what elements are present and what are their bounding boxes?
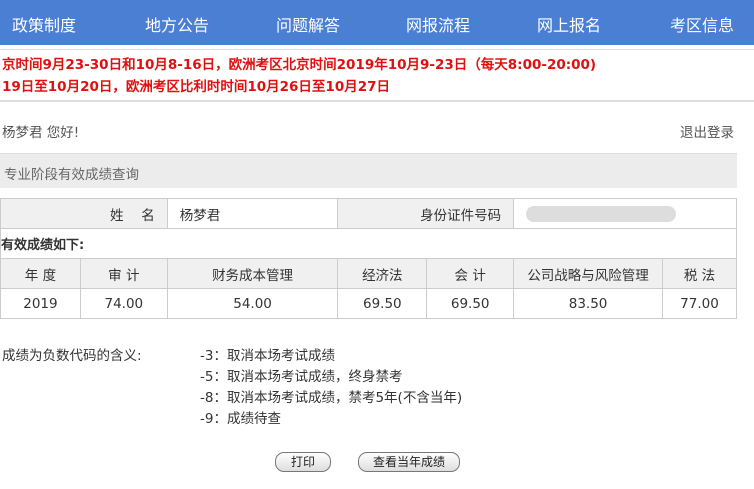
header-strategy-risk: 公司战略与风险管理: [513, 258, 663, 289]
header-year: 年 度: [0, 258, 81, 289]
cell-accounting: 69.50: [426, 288, 515, 319]
name-value: 杨梦君: [166, 198, 339, 229]
notice-line: 19日至10月20日，欧洲考区比利时时间10月26日至10月27日: [2, 79, 391, 95]
score-table: 姓 名 杨梦君 身份证件号码 有效成绩如下: 年 度 审 计 财务成本管理 经济…: [0, 198, 737, 319]
print-button[interactable]: 打印: [275, 452, 331, 472]
legend-title: 成绩为负数代码的含义:: [2, 348, 142, 364]
cell-audit: 74.00: [79, 288, 168, 319]
header-economic-law: 经济法: [337, 258, 428, 289]
nav-region-info[interactable]: 考区信息: [670, 12, 734, 36]
nav-process[interactable]: 网报流程: [406, 12, 470, 36]
notice-line: 京时间9月23-30日和10月8-16日，欧洲考区北京时间2019年10月9-2…: [2, 57, 597, 73]
table-row: 2019 74.00 54.00 69.50 69.50 83.50 77.00: [0, 288, 737, 319]
legend-item: -9：成绩待查: [200, 411, 281, 427]
nav-bar: 政策制度 地方公告 问题解答 网报流程 网上报名 考区信息: [0, 0, 754, 45]
legend-list: -3：取消本场考试成绩 -5：取消本场考试成绩，终身禁考 -8：取消本场考试成绩…: [200, 346, 462, 430]
cell-tax-law: 77.00: [662, 288, 737, 319]
notice-banner: 京时间9月23-30日和10月8-16日，欧洲考区北京时间2019年10月9-2…: [0, 49, 754, 102]
nav-policy[interactable]: 政策制度: [12, 12, 76, 36]
greeting: 杨梦君 您好!: [2, 125, 80, 141]
legend-item: -8：取消本场考试成绩，禁考5年(不含当年): [200, 390, 463, 406]
nav-faq[interactable]: 问题解答: [276, 12, 340, 36]
name-label: 姓 名: [0, 198, 168, 229]
id-value-blurred: [513, 198, 737, 229]
section-title: 专业阶段有效成绩查询: [4, 167, 139, 183]
header-audit: 审 计: [79, 258, 168, 289]
nav-local-notice[interactable]: 地方公告: [145, 12, 209, 36]
cell-strategy-risk: 83.50: [513, 288, 663, 319]
header-financial-cost: 财务成本管理: [166, 258, 339, 289]
legend-item: -3：取消本场考试成绩: [200, 348, 335, 364]
cell-year: 2019: [0, 288, 81, 319]
nav-register[interactable]: 网上报名: [537, 12, 601, 36]
header-tax-law: 税 法: [662, 258, 737, 289]
header-accounting: 会 计: [426, 258, 515, 289]
legend-item: -5：取消本场考试成绩，终身禁考: [200, 369, 403, 385]
valid-scores-label: 有效成绩如下:: [0, 228, 737, 259]
logout-link[interactable]: 退出登录: [680, 121, 734, 141]
cell-economic-law: 69.50: [337, 288, 428, 319]
section-header: 专业阶段有效成绩查询: [0, 153, 737, 188]
id-label: 身份证件号码: [337, 198, 515, 229]
view-year-scores-button[interactable]: 查看当年成绩: [358, 452, 460, 472]
cell-financial-cost: 54.00: [166, 288, 339, 319]
